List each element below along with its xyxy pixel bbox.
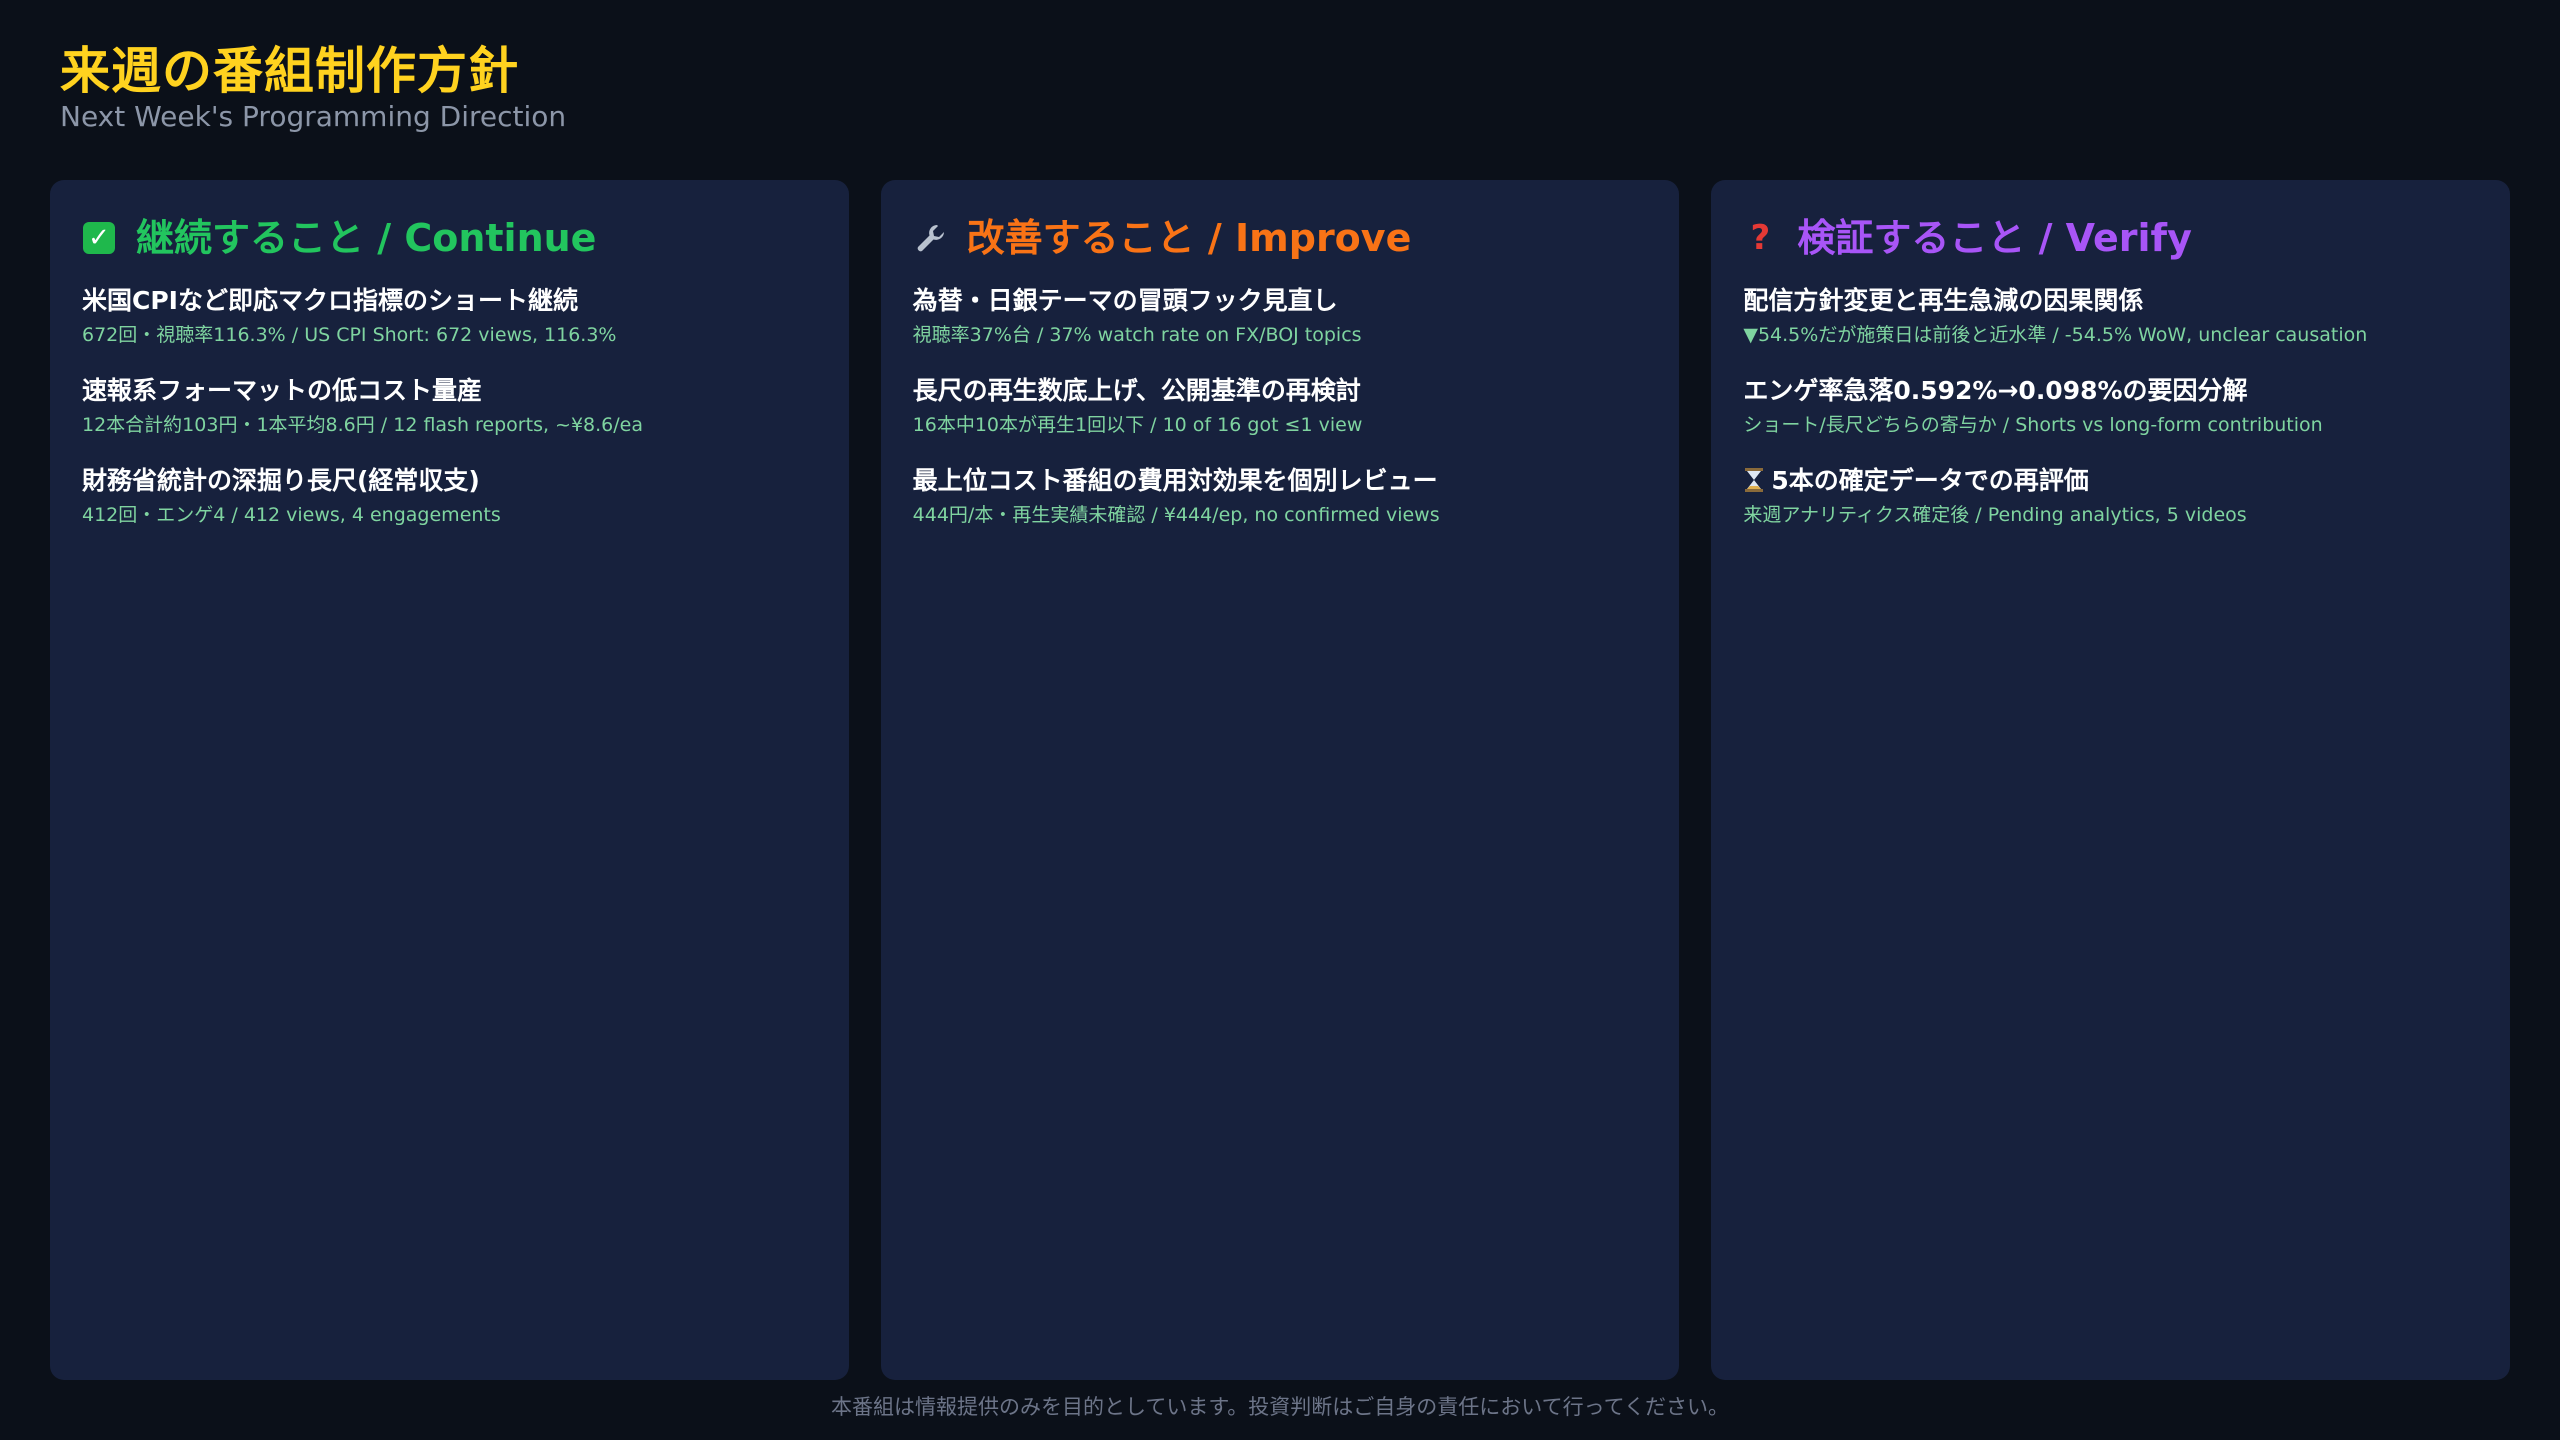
- item-title: 財務省統計の深掘り長尺(経常収支): [82, 466, 480, 495]
- list-item: 配信方針変更と再生急減の因果関係 ▼54.5%だが施策日は前後と近水準 / -5…: [1743, 282, 2478, 350]
- item-detail: 12本合計約103円・1本平均8.6円 / 12 flash reports, …: [82, 414, 644, 436]
- disclaimer: 本番組は情報提供のみを目的としています。投資判断はご自身の責任において行ってくだ…: [831, 1395, 1729, 1419]
- item-detail: 来週アナリティクス確定後 / Pending analytics, 5 vide…: [1743, 504, 2247, 526]
- verify-column: ? 検証すること / Verify 配信方針変更と再生急減の因果関係 ▼54.5…: [1711, 180, 2511, 1380]
- verify-heading: ? 検証すること / Verify: [1743, 214, 2478, 262]
- hourglass-icon: [1743, 462, 1765, 500]
- item-title: 長尺の再生数底上げ、公開基準の再検討: [912, 376, 1361, 405]
- page-title: 来週の番組制作方針: [60, 42, 519, 100]
- list-item: エンゲ率急落0.592%→0.098%の要因分解 ショート/長尺どちらの寄与か …: [1743, 372, 2478, 440]
- item-title: 為替・日銀テーマの冒頭フック見直し: [912, 286, 1338, 315]
- page-subtitle: Next Week's Programming Direction: [60, 100, 567, 133]
- item-title: 米国CPIなど即応マクロ指標のショート継続: [82, 286, 578, 315]
- item-detail: 672回・視聴率116.3% / US CPI Short: 672 views…: [82, 324, 617, 346]
- continue-column: ✓ 継続すること / Continue 米国CPIなど即応マクロ指標のショート継…: [50, 180, 849, 1380]
- item-detail: 412回・エンゲ4 / 412 views, 4 engagements: [82, 504, 501, 526]
- continue-heading: ✓ 継続すること / Continue: [82, 214, 817, 262]
- item-title-row: 5本の確定データでの再評価: [1743, 462, 2478, 500]
- item-detail: 444円/本・再生実績未確認 / ¥444/ep, no confirmed v…: [912, 504, 1440, 526]
- item-detail: ショート/長尺どちらの寄与か / Shorts vs long-form con…: [1743, 414, 2323, 436]
- check-icon: ✓: [82, 221, 116, 255]
- item-title: 5本の確定データでの再評価: [1771, 466, 2089, 495]
- item-detail: 16本中10本が再生1回以下 / 10 of 16 got ≤1 view: [912, 414, 1363, 436]
- item-title: 速報系フォーマットの低コスト量産: [82, 376, 483, 405]
- item-title: 配信方針変更と再生急減の因果関係: [1743, 286, 2144, 315]
- item-detail: 視聴率37%台 / 37% watch rate on FX/BOJ topic…: [912, 324, 1362, 346]
- item-title: エンゲ率急落0.592%→0.098%の要因分解: [1743, 376, 2248, 405]
- continue-heading-label: 継続すること / Continue: [136, 216, 597, 260]
- list-item: 為替・日銀テーマの冒頭フック見直し 視聴率37%台 / 37% watch ra…: [913, 282, 1648, 350]
- item-detail: ▼54.5%だが施策日は前後と近水準 / -54.5% WoW, unclear…: [1743, 324, 2368, 346]
- header: 来週の番組制作方針 Next Week's Programming Direct…: [60, 38, 566, 134]
- item-title: 最上位コスト番組の費用対効果を個別レビュー: [912, 466, 1438, 495]
- list-item: 長尺の再生数底上げ、公開基準の再検討 16本中10本が再生1回以下 / 10 o…: [913, 372, 1648, 440]
- improve-heading: 改善すること / Improve: [913, 214, 1648, 262]
- list-item: 速報系フォーマットの低コスト量産 12本合計約103円・1本平均8.6円 / 1…: [82, 372, 817, 440]
- list-item: 財務省統計の深掘り長尺(経常収支) 412回・エンゲ4 / 412 views,…: [82, 462, 817, 530]
- question-icon: ?: [1750, 218, 1771, 258]
- improve-column: 改善すること / Improve 為替・日銀テーマの冒頭フック見直し 視聴率37…: [880, 180, 1680, 1380]
- columns: ✓ 継続すること / Continue 米国CPIなど即応マクロ指標のショート継…: [50, 180, 2511, 1380]
- wrench-icon: [913, 221, 947, 255]
- page: 来週の番組制作方針 Next Week's Programming Direct…: [0, 0, 2560, 1440]
- list-item: 最上位コスト番組の費用対効果を個別レビュー 444円/本・再生実績未確認 / ¥…: [913, 462, 1648, 530]
- improve-heading-label: 改善すること / Improve: [966, 216, 1412, 260]
- verify-heading-label: 検証すること / Verify: [1797, 216, 2192, 260]
- list-item: 5本の確定データでの再評価 来週アナリティクス確定後 / Pending ana…: [1743, 462, 2478, 530]
- list-item: 米国CPIなど即応マクロ指標のショート継続 672回・視聴率116.3% / U…: [82, 282, 817, 350]
